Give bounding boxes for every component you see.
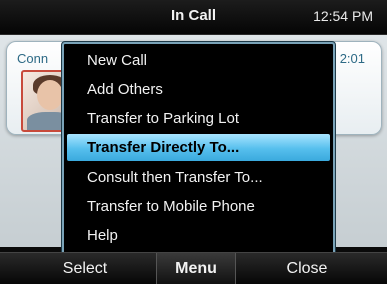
avatar-face (37, 80, 63, 110)
softkey-bar: Select Menu Close (0, 252, 387, 284)
menu-softkey[interactable]: Menu (156, 253, 236, 284)
status-time: 12:54 PM (313, 8, 373, 24)
menu-item-new-call[interactable]: New Call (67, 47, 330, 74)
menu-item-add-others[interactable]: Add Others (67, 76, 330, 103)
phone-screen: In Call 12:54 PM Conn 2:01 New Call Add … (0, 0, 387, 284)
status-bar: In Call 12:54 PM (0, 0, 387, 35)
select-softkey[interactable]: Select (40, 253, 130, 284)
close-softkey[interactable]: Close (262, 253, 352, 284)
menu-item-consult-transfer[interactable]: Consult then Transfer To... (67, 164, 330, 191)
call-options-menu: New Call Add Others Transfer to Parking … (62, 42, 335, 256)
menu-item-transfer-parking-lot[interactable]: Transfer to Parking Lot (67, 105, 330, 132)
menu-item-transfer-directly[interactable]: Transfer Directly To... (67, 134, 330, 161)
menu-item-transfer-mobile[interactable]: Transfer to Mobile Phone (67, 193, 330, 220)
caller-name: Conn (17, 51, 49, 66)
call-timer: 2:01 (339, 51, 365, 66)
menu-item-help[interactable]: Help (67, 222, 330, 249)
